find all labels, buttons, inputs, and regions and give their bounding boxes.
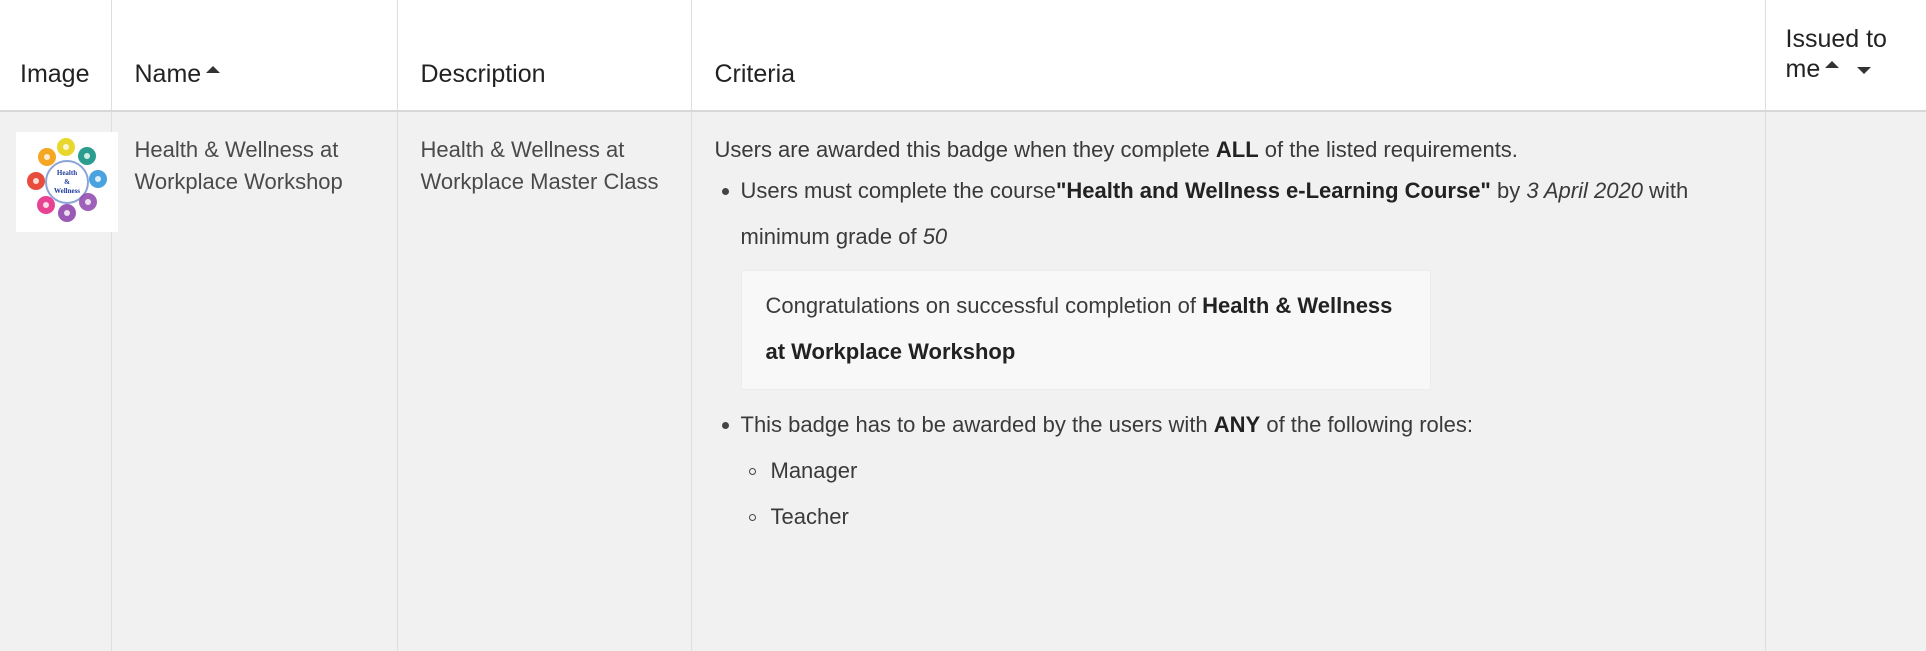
sort-issued-link[interactable]: Issued to bbox=[1786, 25, 1887, 53]
requirements-list: Users must complete the course"Health an… bbox=[715, 168, 1745, 540]
column-header-description: Description bbox=[397, 0, 692, 112]
badges-table: Image Name Description Criteria Issued t… bbox=[0, 0, 1926, 651]
svg-text:Health: Health bbox=[57, 169, 77, 177]
badge-image-cell: Health & Wellness bbox=[0, 111, 118, 651]
roles-list: Manager Teacher bbox=[741, 448, 1745, 540]
badge-description: Health & Wellness at Workplace Master Cl… bbox=[420, 137, 659, 194]
column-header-image: Image bbox=[0, 0, 112, 112]
requirement-roles: This badge has to be awarded by the user… bbox=[721, 402, 1745, 540]
list-item: Manager bbox=[748, 448, 1745, 494]
badge-name[interactable]: Health & Wellness at Workplace Workshop bbox=[135, 137, 343, 194]
svg-text:Wellness: Wellness bbox=[54, 187, 80, 195]
badge-image[interactable]: Health & Wellness bbox=[16, 132, 118, 232]
badge-name-cell: Health & Wellness at Workplace Workshop bbox=[111, 111, 398, 651]
sort-ascending-icon[interactable] bbox=[1825, 61, 1840, 68]
badge-criteria-cell: Users are awarded this badge when they c… bbox=[691, 111, 1766, 651]
column-header-criteria: Criteria bbox=[691, 0, 1766, 112]
sort-name-link[interactable]: Name bbox=[135, 60, 202, 88]
issued-to-me-cell bbox=[1765, 111, 1926, 651]
column-header-name[interactable]: Name bbox=[111, 0, 398, 112]
table-row: Health & Wellness Health & Wellness at W… bbox=[0, 111, 1926, 651]
criteria-intro: Users are awarded this badge when they c… bbox=[714, 137, 1518, 162]
badge-description-cell: Health & Wellness at Workplace Master Cl… bbox=[397, 111, 692, 651]
sort-ascending-icon[interactable] bbox=[206, 66, 221, 73]
svg-text:&: & bbox=[64, 178, 70, 186]
header-row: Image Name Description Criteria Issued t… bbox=[0, 0, 1926, 112]
criteria-note: Congratulations on successful completion… bbox=[740, 270, 1431, 390]
requirement-course: Users must complete the course"Health an… bbox=[721, 168, 1745, 390]
sort-descending-icon[interactable] bbox=[1857, 67, 1872, 74]
course-link[interactable]: "Health and Wellness e-Learning Course" bbox=[1056, 178, 1491, 203]
list-item: Teacher bbox=[748, 494, 1745, 540]
column-header-issued-to-me[interactable]: Issued to me bbox=[1765, 0, 1926, 112]
